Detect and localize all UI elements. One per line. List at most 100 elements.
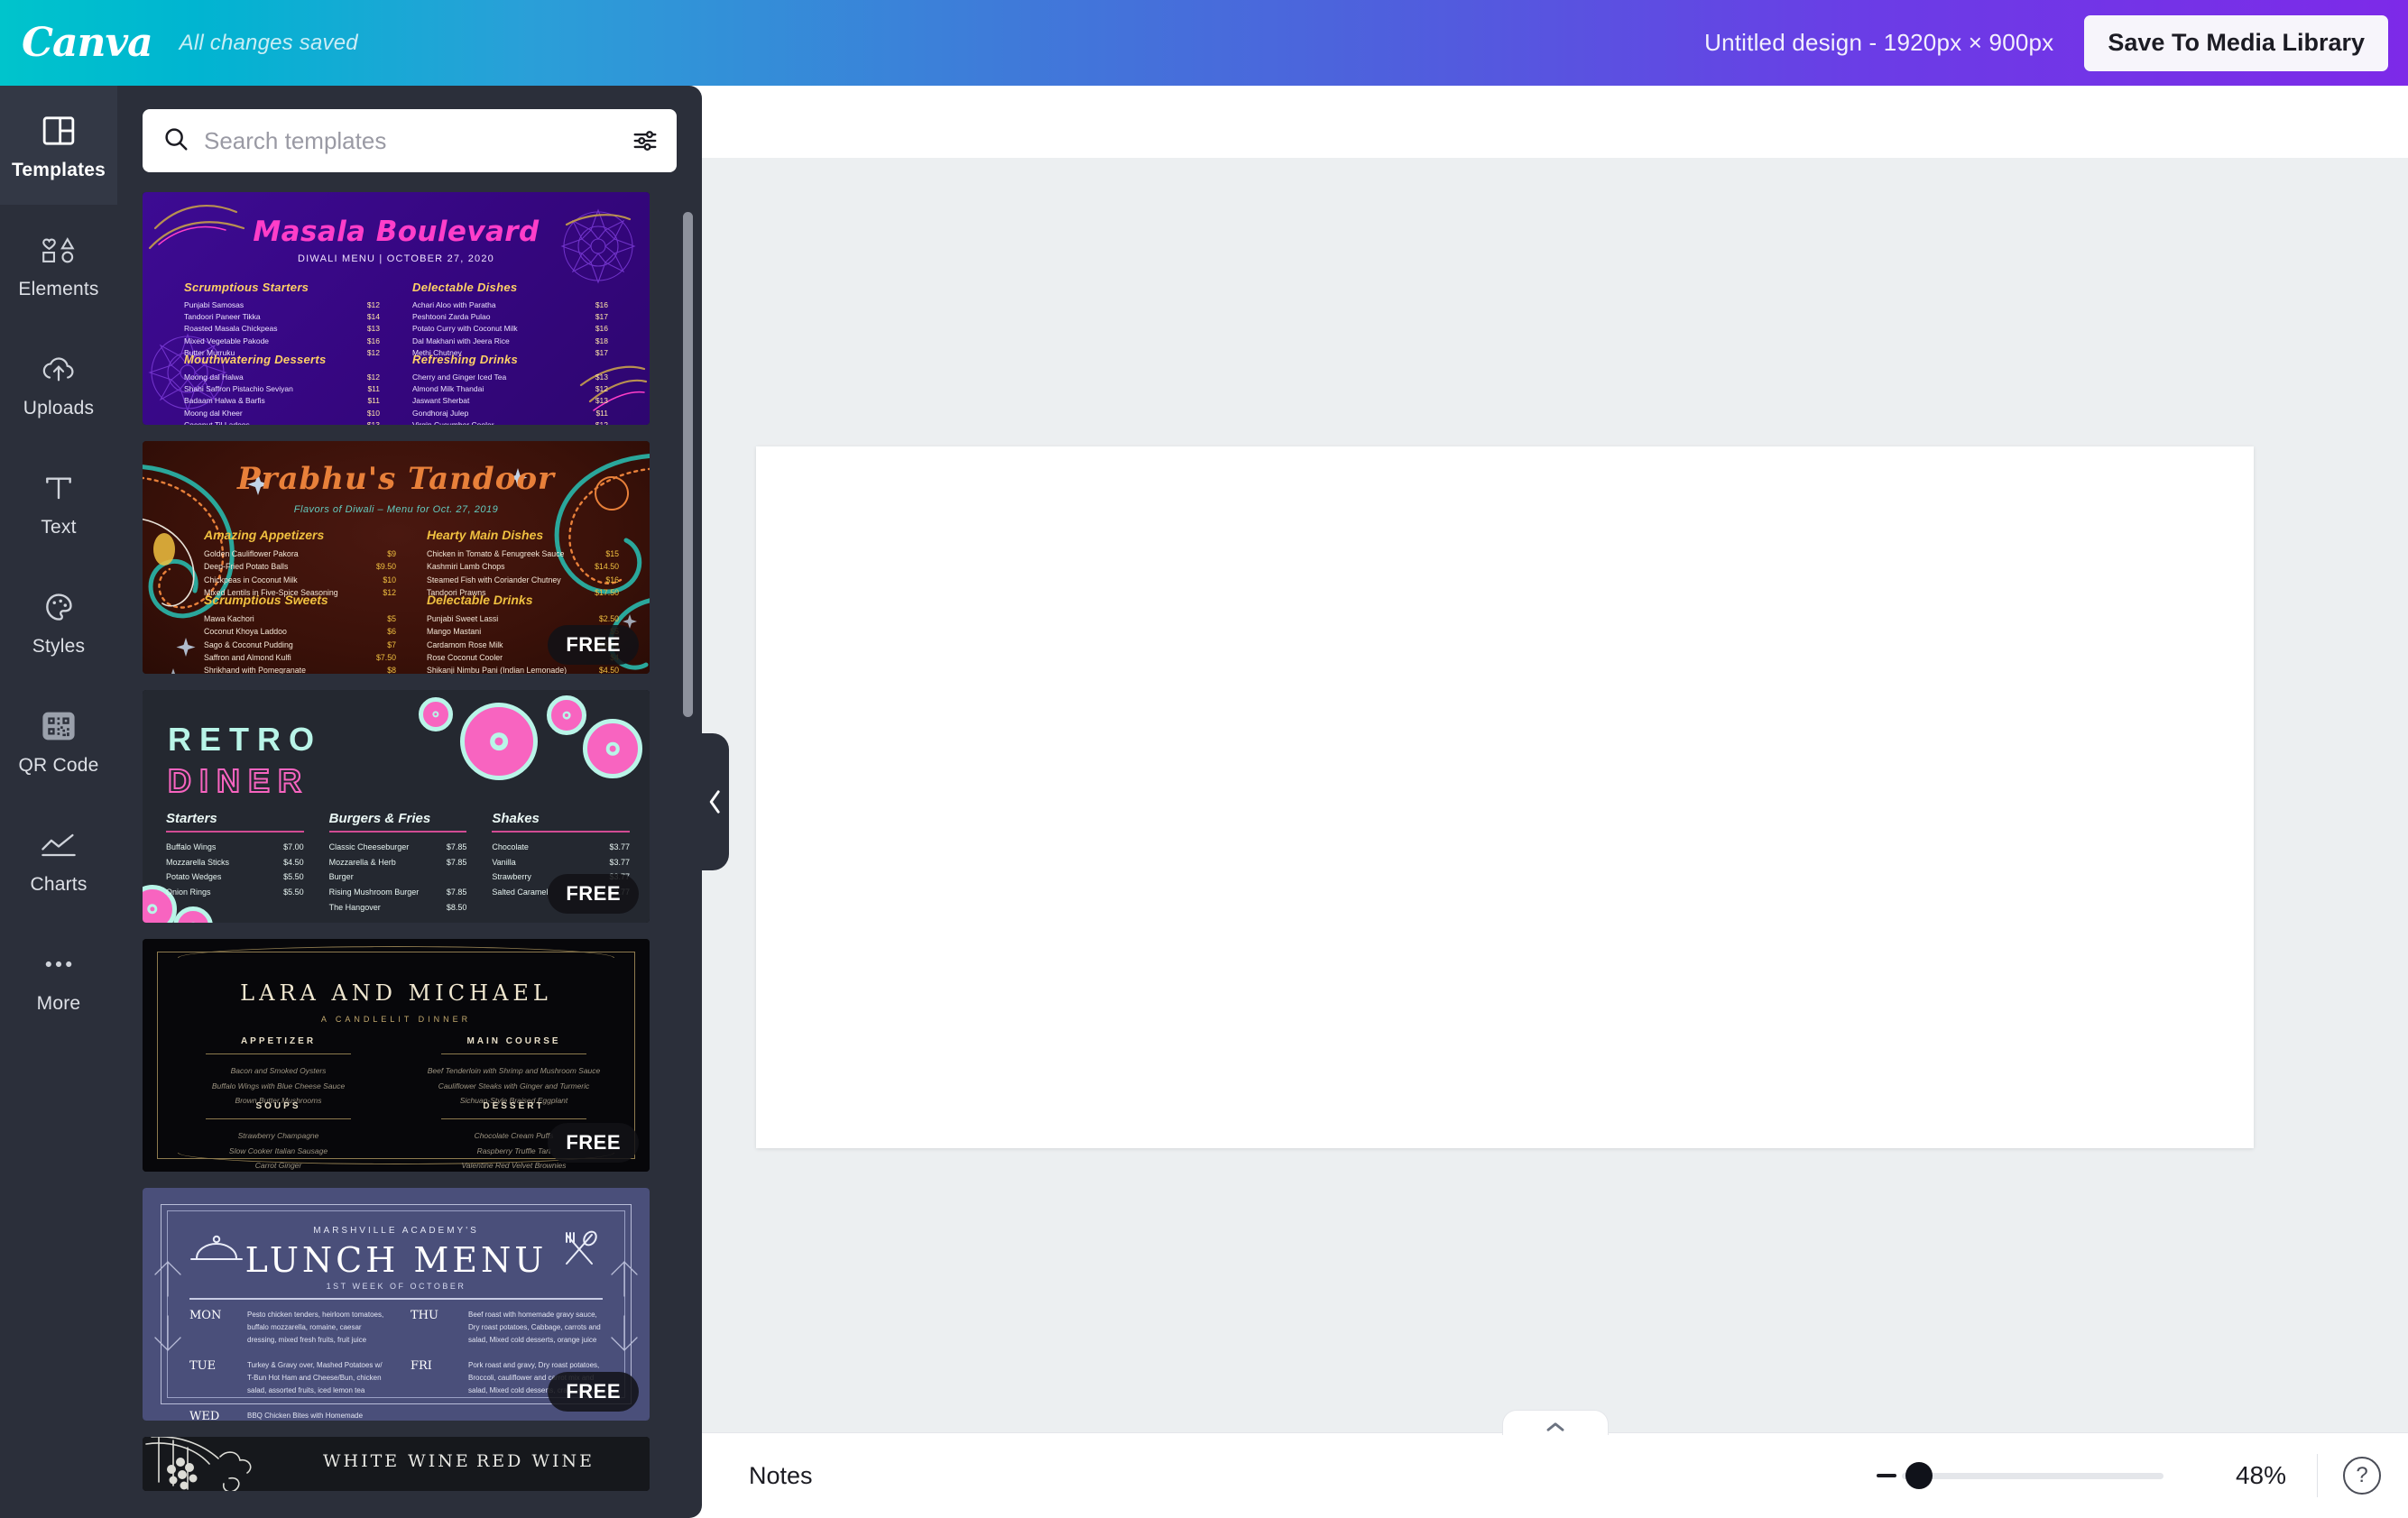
template-card-wine-list[interactable]: WHITE WINE RED WINE	[143, 1437, 650, 1491]
collapse-panel-button[interactable]	[702, 733, 729, 870]
item-price: $8.50	[446, 902, 467, 912]
item-price: $2.50	[598, 614, 619, 623]
search-box[interactable]	[143, 109, 677, 172]
item-name: Chicken in Tomato & Fenugreek Sauce	[427, 549, 565, 558]
filter-sliders-icon[interactable]	[632, 127, 659, 154]
day-description: BBQ Chicken Bites with Homemade Cornbrea…	[247, 1412, 364, 1420]
lara-section-main-course: MAIN COURSE Beef Tenderloin with Shrimp …	[416, 1036, 612, 1109]
item-name: Punjabi Sweet Lassi	[427, 614, 499, 623]
item-name: Dal Makhani with Jeera Rice	[412, 336, 510, 345]
template-scroll-region[interactable]: Masala Boulevard DIWALI MENU | OCTOBER 2…	[117, 192, 702, 1518]
item-price: $5.50	[283, 887, 304, 897]
item-price: $5	[387, 614, 396, 623]
item-name: Potato Wedges	[166, 872, 222, 882]
item-name: Peshtooni Zarda Pulao	[412, 312, 491, 322]
section-title: Hearty Main Dishes	[427, 528, 544, 542]
item-price: $7.00	[283, 842, 304, 851]
section-title: APPETIZER	[240, 1036, 317, 1046]
text-icon	[38, 467, 79, 509]
canvas-area[interactable]	[702, 86, 2408, 1518]
retro-title-line2: DINER	[167, 761, 310, 800]
item-price: $12	[595, 384, 608, 394]
bottom-status-bar: Notes 48% ?	[702, 1410, 2408, 1518]
wine-header-white: WHITE WINE	[323, 1451, 471, 1471]
sidebar-item-qr-code[interactable]: QR Code	[0, 681, 117, 800]
item-price: $16	[605, 575, 619, 584]
sidebar-item-uploads[interactable]: Uploads	[0, 324, 117, 443]
notes-button[interactable]: Notes	[749, 1462, 813, 1490]
sidebar-item-styles[interactable]: Styles	[0, 562, 117, 681]
item-name: Shrikhand with Pomegranate	[204, 666, 306, 674]
sidebar-item-more[interactable]: More	[0, 919, 117, 1038]
sidebar-label-charts: Charts	[30, 873, 88, 895]
section-title: Refreshing Drinks	[412, 353, 519, 366]
masala-section-desserts: Mouthwatering Desserts Moong dal Halwa $1…	[184, 353, 380, 425]
search-icon	[162, 125, 189, 157]
prabhu-subtitle: Flavors of Diwali – Menu for Oct. 27, 20…	[293, 504, 499, 515]
item-price: $14.50	[595, 562, 619, 572]
section-title: Amazing Appetizers	[204, 528, 325, 542]
uploads-icon	[38, 348, 79, 390]
section-rule	[441, 1118, 586, 1119]
item-price: $16	[595, 300, 608, 309]
masala-title: Masala Boulevard	[253, 216, 540, 248]
design-canvas-page[interactable]	[756, 446, 2254, 1148]
template-card-lara-and-michael[interactable]: LARA AND MICHAEL A CANDLELIT DINNER APPE…	[143, 939, 650, 1172]
template-card-masala-boulevard[interactable]: Masala Boulevard DIWALI MENU | OCTOBER 2…	[143, 192, 650, 425]
free-badge: FREE	[548, 1123, 639, 1163]
masala-section-dishes: Delectable Dishes Achari Aloo with Parat…	[412, 281, 608, 359]
save-status-text: All changes saved	[179, 30, 358, 55]
sidebar-item-elements[interactable]: Elements	[0, 205, 117, 324]
canva-logo[interactable]: Canva	[22, 23, 153, 63]
masala-sections-top: Scrumptious Starters Punjabi Samosas $12 …	[184, 281, 608, 359]
item-price: $12	[595, 419, 608, 425]
elements-icon	[38, 229, 79, 271]
item-name: Beef Tenderloin with Shrimp and Mushroom…	[427, 1066, 601, 1075]
item-name: Moong dal Kheer	[184, 408, 243, 418]
item-price: $10	[366, 408, 380, 418]
item-name: Cardamom Rose Milk	[427, 639, 503, 649]
item-price: $6	[387, 627, 396, 637]
zoom-out-button[interactable]	[1877, 1474, 1896, 1477]
item-price: $13	[366, 324, 380, 334]
item-name: Kashmiri Lamb Chops	[427, 562, 505, 572]
design-title[interactable]: Untitled design - 1920px × 900px	[1704, 29, 2053, 57]
item-name: Roasted Masala Chickpeas	[184, 324, 278, 334]
prabhu-title: Prabhu's Tandoor	[237, 461, 555, 497]
zoom-slider-thumb[interactable]	[1905, 1462, 1933, 1489]
sidebar-label-text: Text	[41, 516, 77, 538]
save-to-media-library-button[interactable]: Save To Media Library	[2084, 14, 2388, 71]
panel-scrollbar[interactable]	[682, 192, 695, 1518]
item-name: Chickpeas in Coconut Milk	[204, 575, 298, 584]
template-list: Masala Boulevard DIWALI MENU | OCTOBER 2…	[143, 192, 677, 1491]
styles-icon	[38, 586, 79, 628]
vinyl-record-icon	[547, 695, 586, 735]
retro-title-line1: RETRO	[168, 721, 322, 758]
panel-scrollbar-thumb[interactable]	[683, 212, 693, 717]
item-name: Tandoori Paneer Tikka	[184, 312, 261, 322]
template-card-retro-diner[interactable]: RETRO DINER Starters Buffalo Wings $7.00 …	[143, 690, 650, 923]
notes-collapse-tab[interactable]	[1501, 1410, 1609, 1435]
template-card-lunch-menu[interactable]: MARSHVILLE ACADEMY'S LUNCH MENU 1ST WEEK…	[143, 1188, 650, 1421]
item-name: Virgin Cucumber Cooler	[412, 419, 494, 425]
zoom-slider-track	[1902, 1472, 2164, 1479]
prabhu-section-appetizers: Amazing Appetizers Golden Cauliflower Pa…	[204, 528, 396, 599]
charts-icon	[38, 824, 79, 866]
masala-section-drinks: Refreshing Drinks Cherry and Ginger Iced…	[412, 353, 608, 425]
help-button[interactable]: ?	[2343, 1457, 2381, 1495]
prabhu-sections-top: Amazing Appetizers Golden Cauliflower Pa…	[204, 528, 619, 599]
item-name: Almond Milk Thandai	[412, 384, 484, 394]
item-name: Rising Mushroom Burger	[328, 887, 420, 897]
item-name: Coconut Til Ladoos	[184, 419, 250, 425]
search-input[interactable]	[204, 126, 617, 155]
sidebar-item-charts[interactable]: Charts	[0, 800, 117, 919]
sidebar-item-templates[interactable]: Templates	[0, 86, 117, 205]
section-title: Scrumptious Starters	[184, 281, 309, 294]
item-name: Strawberry	[492, 872, 531, 882]
section-rule	[166, 831, 304, 833]
zoom-slider[interactable]	[1902, 1460, 2164, 1491]
sidebar-item-text[interactable]: Text	[0, 443, 117, 562]
item-name: Rose Coconut Cooler	[427, 652, 503, 662]
template-card-prabhus-tandoor[interactable]: Prabhu's Tandoor Flavors of Diwali – Men…	[143, 441, 650, 674]
item-name: Sago & Coconut Pudding	[204, 639, 293, 649]
